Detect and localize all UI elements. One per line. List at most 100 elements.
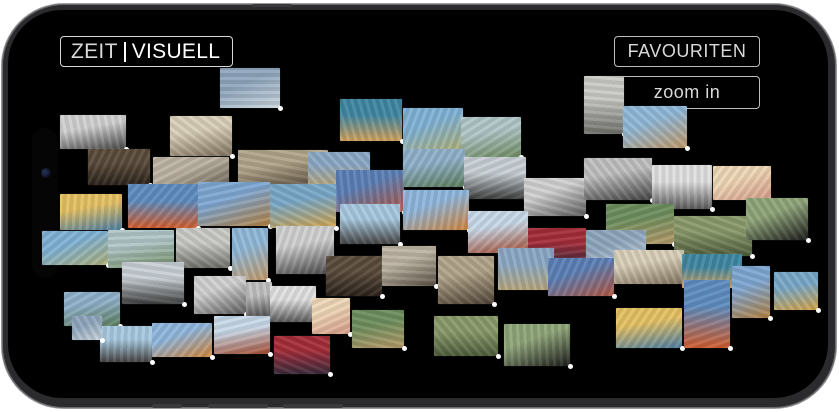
- postcard-thumbnail[interactable]: [100, 326, 152, 362]
- postcard-image-detail: [524, 178, 586, 216]
- favourites-button[interactable]: FAVOURITEN: [614, 36, 760, 67]
- logo-word-zeit: ZEIT: [71, 39, 118, 63]
- postcard-thumbnail[interactable]: [326, 256, 382, 296]
- postcard-dot-marker: [816, 308, 821, 313]
- postcard-image-detail: [614, 250, 684, 284]
- postcard-dot-marker: [100, 338, 105, 343]
- postcard-image-detail: [194, 276, 246, 314]
- postcard-thumbnail[interactable]: [438, 256, 494, 304]
- postcard-thumbnail[interactable]: [170, 116, 232, 156]
- postcard-dot-marker: [150, 360, 155, 365]
- logo-divider: [123, 41, 126, 62]
- postcard-dot-marker: [768, 316, 773, 321]
- postcard-thumbnail[interactable]: [732, 266, 770, 318]
- postcard-thumbnail[interactable]: [246, 282, 272, 318]
- postcard-image-detail: [461, 117, 521, 157]
- postcard-image-detail: [434, 316, 498, 356]
- postcard-thumbnail[interactable]: [468, 211, 528, 253]
- postcard-thumbnail[interactable]: [270, 184, 336, 228]
- postcard-dot-marker: [728, 346, 733, 351]
- postcard-thumbnail[interactable]: [198, 182, 270, 226]
- postcard-dot-marker: [492, 302, 497, 307]
- postcard-image-detail: [616, 308, 682, 348]
- postcard-thumbnail[interactable]: [352, 310, 404, 348]
- postcard-image-detail: [176, 228, 230, 268]
- postcard-image-detail: [214, 316, 270, 354]
- postcard-image-detail: [340, 204, 400, 244]
- postcard-thumbnail[interactable]: [122, 262, 184, 304]
- postcard-thumbnail[interactable]: [340, 204, 400, 244]
- postcard-thumbnail[interactable]: [128, 184, 198, 228]
- postcard-thumbnail[interactable]: [270, 286, 316, 322]
- postcard-image-detail: [60, 115, 126, 149]
- postcard-image-detail: [468, 211, 528, 253]
- postcard-thumbnail[interactable]: [584, 76, 624, 134]
- postcard-thumbnail[interactable]: [652, 165, 712, 209]
- postcard-image-detail: [504, 324, 570, 366]
- app-logo[interactable]: ZEIT VISUELL: [60, 36, 234, 67]
- zoom-in-button[interactable]: zoom in: [614, 76, 760, 109]
- postcard-image-detail: [746, 198, 808, 240]
- postcard-image-detail: [220, 68, 280, 108]
- postcard-image-detail: [713, 166, 771, 200]
- postcard-thumbnail[interactable]: [403, 190, 469, 230]
- volume-down-button: [208, 404, 268, 408]
- postcard-thumbnail[interactable]: [584, 158, 652, 200]
- postcard-thumbnail[interactable]: [614, 250, 684, 284]
- postcard-thumbnail[interactable]: [403, 108, 463, 150]
- postcard-thumbnail[interactable]: [72, 316, 102, 340]
- postcard-thumbnail[interactable]: [312, 298, 350, 334]
- postcard-thumbnail[interactable]: [194, 276, 246, 314]
- postcard-thumbnail[interactable]: [60, 115, 126, 149]
- front-camera-icon: [41, 168, 51, 178]
- postcard-thumbnail[interactable]: [548, 258, 614, 296]
- postcard-thumbnail[interactable]: [524, 178, 586, 216]
- postcard-image-detail: [438, 256, 494, 304]
- postcard-thumbnail[interactable]: [746, 198, 808, 240]
- postcard-thumbnail[interactable]: [274, 336, 330, 374]
- postcard-thumbnail[interactable]: [403, 149, 465, 187]
- postcard-image-detail: [60, 194, 122, 230]
- postcard-image-detail: [623, 106, 687, 148]
- postcard-thumbnail[interactable]: [214, 316, 270, 354]
- postcard-dot-marker: [685, 146, 690, 151]
- postcard-thumbnail[interactable]: [232, 228, 268, 280]
- postcard-thumbnail[interactable]: [42, 231, 108, 265]
- postcard-image-detail: [128, 184, 198, 228]
- postcard-dot-marker: [380, 294, 385, 299]
- postcard-thumbnail[interactable]: [176, 228, 230, 268]
- postcard-thumbnail[interactable]: [498, 248, 554, 290]
- postcard-thumbnail[interactable]: [464, 157, 526, 199]
- postcard-thumbnail[interactable]: [774, 272, 818, 310]
- postcard-image-detail: [274, 336, 330, 374]
- postcard-thumbnail[interactable]: [674, 216, 752, 256]
- postcard-thumbnail[interactable]: [152, 323, 212, 357]
- postcard-image-detail: [464, 157, 526, 199]
- postcard-dot-marker: [210, 355, 215, 360]
- postcard-thumbnail[interactable]: [623, 106, 687, 148]
- postcard-thumbnail[interactable]: [88, 149, 150, 185]
- postcard-image-detail: [403, 190, 469, 230]
- postcard-image-detail: [652, 165, 712, 209]
- postcard-dot-marker: [612, 294, 617, 299]
- postcard-thumbnail[interactable]: [220, 68, 280, 108]
- postcard-image-detail: [382, 246, 436, 286]
- postcard-thumbnail[interactable]: [382, 246, 436, 286]
- postcard-thumbnail[interactable]: [340, 99, 402, 141]
- postcard-dot-marker: [568, 364, 573, 369]
- postcard-dot-marker: [496, 354, 501, 359]
- postcard-dot-marker: [334, 226, 339, 231]
- postcard-thumbnail[interactable]: [60, 194, 122, 230]
- postcard-dot-marker: [278, 106, 283, 111]
- postcard-image-detail: [684, 280, 730, 348]
- postcard-image-detail: [584, 76, 624, 134]
- postcard-image-detail: [732, 266, 770, 318]
- postcard-thumbnail[interactable]: [461, 117, 521, 157]
- postcard-thumbnail[interactable]: [434, 316, 498, 356]
- postcard-thumbnail[interactable]: [684, 280, 730, 348]
- postcard-thumbnail[interactable]: [713, 166, 771, 200]
- postcard-dot-marker: [182, 302, 187, 307]
- postcard-thumbnail[interactable]: [504, 324, 570, 366]
- postcard-image-detail: [548, 258, 614, 296]
- postcard-thumbnail[interactable]: [616, 308, 682, 348]
